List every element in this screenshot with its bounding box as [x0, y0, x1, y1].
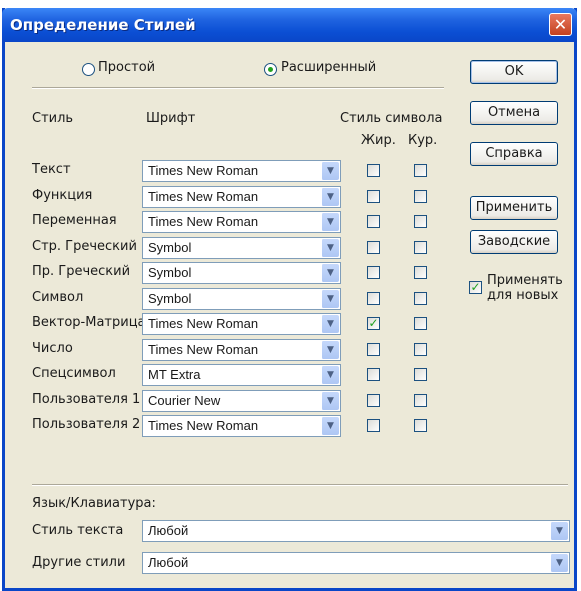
italic-checkbox[interactable]	[414, 343, 427, 356]
bold-checkbox[interactable]	[367, 343, 380, 356]
chevron-down-icon[interactable]: ▼	[321, 417, 339, 435]
italic-column-header: Кур.	[408, 133, 438, 148]
style-row-label: Число	[32, 341, 73, 356]
font-select-value: Times New Roman	[148, 214, 259, 229]
cancel-button[interactable]: Отмена	[470, 101, 558, 125]
font-select[interactable]: Times New Roman ▼	[142, 160, 341, 182]
italic-checkbox[interactable]	[414, 317, 427, 330]
font-select[interactable]: MT Extra ▼	[142, 364, 341, 386]
font-select[interactable]: Times New Roman ▼	[142, 211, 341, 233]
font-select[interactable]: Times New Roman ▼	[142, 339, 341, 361]
italic-checkbox[interactable]	[414, 292, 427, 305]
chevron-down-icon[interactable]: ▼	[321, 188, 339, 206]
font-column-header: Шрифт	[146, 111, 196, 126]
ok-button[interactable]: OK	[470, 60, 558, 84]
chevron-down-icon[interactable]: ▼	[321, 239, 339, 257]
italic-checkbox[interactable]	[414, 164, 427, 177]
close-button[interactable]: ✕	[549, 13, 572, 36]
bold-checkbox[interactable]	[367, 241, 380, 254]
apply-for-new-line2: для новых	[487, 288, 559, 303]
italic-checkbox[interactable]	[414, 394, 427, 407]
style-row-label: Функция	[32, 188, 93, 203]
bold-checkbox[interactable]	[367, 368, 380, 381]
italic-checkbox[interactable]	[414, 241, 427, 254]
text-style-label: Стиль текста	[32, 523, 124, 538]
font-select[interactable]: Symbol ▼	[142, 288, 341, 310]
extended-mode-radio[interactable]	[264, 63, 277, 76]
bold-checkbox[interactable]	[367, 190, 380, 203]
style-row-label: Спецсимвол	[32, 366, 116, 381]
style-row-label: Текст	[32, 162, 71, 177]
chevron-down-icon[interactable]: ▼	[550, 554, 568, 572]
font-select[interactable]: Symbol ▼	[142, 262, 341, 284]
apply-for-new-line1: Применять	[487, 273, 563, 288]
italic-checkbox[interactable]	[414, 266, 427, 279]
italic-checkbox[interactable]	[414, 419, 427, 432]
style-column-header: Стиль	[32, 111, 74, 126]
text-style-value: Любой	[148, 523, 189, 538]
window-title: Определение Стилей	[10, 16, 196, 34]
apply-for-new-label[interactable]: Применять для новых	[487, 273, 563, 303]
chevron-down-icon[interactable]: ▼	[321, 341, 339, 359]
font-select-value: Times New Roman	[148, 316, 259, 331]
style-row-label: Стр. Греческий	[32, 239, 137, 254]
chevron-down-icon[interactable]: ▼	[321, 213, 339, 231]
font-select[interactable]: Times New Roman ▼	[142, 186, 341, 208]
font-select-value: Courier New	[148, 393, 221, 408]
bold-checkbox[interactable]	[367, 394, 380, 407]
chevron-down-icon[interactable]: ▼	[321, 290, 339, 308]
extended-mode-label[interactable]: Расширенный	[281, 60, 376, 75]
font-select[interactable]: Times New Roman ▼	[142, 415, 341, 437]
bold-column-header: Жир.	[361, 133, 396, 148]
chevron-down-icon[interactable]: ▼	[550, 522, 568, 540]
font-select[interactable]: Symbol ▼	[142, 237, 341, 259]
font-select-value: Times New Roman	[148, 342, 259, 357]
other-styles-select[interactable]: Любой ▼	[142, 552, 570, 574]
style-row-label: Пользователя 2	[32, 417, 141, 432]
font-select-value: Times New Roman	[148, 189, 259, 204]
chevron-down-icon[interactable]: ▼	[321, 315, 339, 333]
italic-checkbox[interactable]	[414, 368, 427, 381]
style-row-label: Переменная	[32, 213, 117, 228]
simple-mode-label[interactable]: Простой	[98, 60, 155, 75]
font-select-value: Times New Roman	[148, 418, 259, 433]
bold-checkbox[interactable]	[367, 292, 380, 305]
bold-checkbox[interactable]	[367, 164, 380, 177]
language-header: Язык/Клавиатура:	[32, 496, 156, 511]
font-select-value: Symbol	[148, 291, 192, 306]
font-select-value: MT Extra	[148, 367, 201, 382]
font-select-value: Symbol	[148, 240, 192, 255]
chevron-down-icon[interactable]: ▼	[321, 264, 339, 282]
chevron-down-icon[interactable]: ▼	[321, 162, 339, 180]
other-styles-value: Любой	[148, 555, 189, 570]
apply-button[interactable]: Применить	[470, 196, 558, 220]
simple-mode-radio[interactable]	[82, 63, 95, 76]
style-row-label: Символ	[32, 290, 84, 305]
title-bar[interactable]: Определение Стилей ✕	[2, 8, 577, 42]
chevron-down-icon[interactable]: ▼	[321, 366, 339, 384]
italic-checkbox[interactable]	[414, 190, 427, 203]
chevron-down-icon[interactable]: ▼	[321, 392, 339, 410]
close-icon: ✕	[553, 15, 568, 34]
style-row-label: Пр. Греческий	[32, 264, 131, 279]
font-select-value: Times New Roman	[148, 163, 259, 178]
font-select[interactable]: Courier New ▼	[142, 390, 341, 412]
text-style-select[interactable]: Любой ▼	[142, 520, 570, 542]
bold-checkbox[interactable]	[367, 266, 380, 279]
bold-checkbox[interactable]	[367, 215, 380, 228]
mode-separator	[32, 87, 444, 89]
apply-for-new-checkbox[interactable]: ✓	[469, 281, 482, 294]
other-styles-label: Другие стили	[32, 555, 126, 570]
style-row-label: Вектор-Матрица	[32, 315, 146, 330]
bold-checkbox[interactable]: ✓	[367, 317, 380, 330]
style-row-label: Пользователя 1	[32, 392, 141, 407]
factory-button[interactable]: Заводские	[470, 230, 558, 254]
bold-checkbox[interactable]	[367, 419, 380, 432]
font-select[interactable]: Times New Roman ▼	[142, 313, 341, 335]
language-separator	[32, 484, 568, 486]
italic-checkbox[interactable]	[414, 215, 427, 228]
char-style-header: Стиль символа	[340, 111, 443, 126]
help-button[interactable]: Справка	[470, 142, 558, 166]
font-select-value: Symbol	[148, 265, 192, 280]
